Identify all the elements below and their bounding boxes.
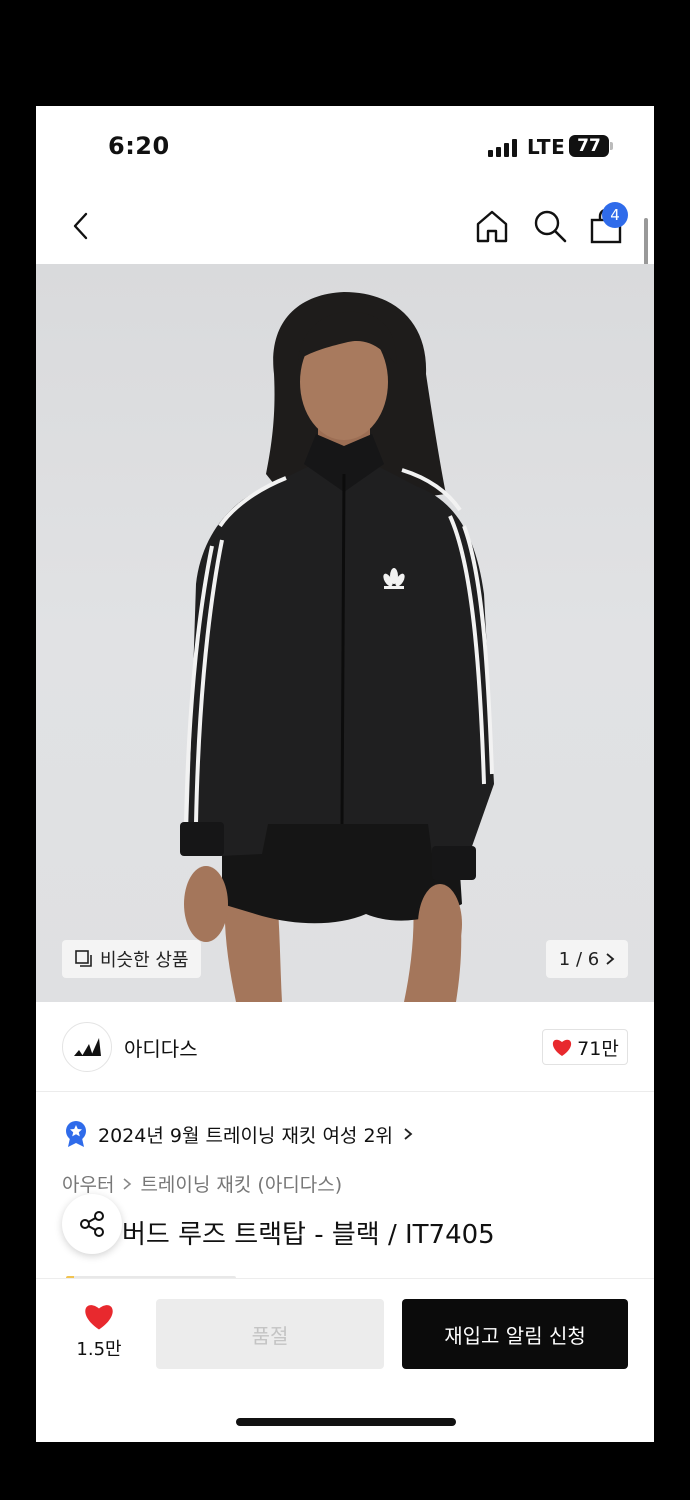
- brand-like-count: 71만: [577, 1037, 619, 1060]
- share-icon: [80, 1211, 104, 1237]
- chevron-right-icon: [404, 1128, 413, 1140]
- similar-products-icon: [75, 950, 92, 967]
- home-indicator[interactable]: [236, 1418, 456, 1426]
- breadcrumb-category[interactable]: 아우터: [62, 1170, 114, 1197]
- brand-name[interactable]: 아디다스: [124, 1033, 198, 1062]
- share-button[interactable]: [62, 1194, 122, 1254]
- soldout-button[interactable]: 품절: [156, 1299, 384, 1369]
- product-title-text: 버드 루즈 트랙탑 - 블랙 / IT7405: [122, 1220, 495, 1250]
- ranking-badge-icon: [66, 1121, 86, 1147]
- brand-like-button[interactable]: 71만: [542, 1029, 628, 1065]
- ranking-link[interactable]: 2024년 9월 트레이닝 재킷 여성 2위: [64, 1120, 413, 1148]
- image-pager-count: 1 / 6: [558, 948, 600, 970]
- network-label: LTE: [527, 135, 566, 159]
- top-nav: [36, 192, 654, 264]
- brand-row: 아디다스 71만: [36, 1002, 654, 1092]
- brand-logo[interactable]: [62, 1022, 112, 1072]
- adidas-logo-icon: [74, 1038, 101, 1056]
- product-image-carousel[interactable]: [36, 264, 654, 1002]
- home-icon[interactable]: [472, 204, 512, 248]
- signal-icon: [488, 139, 517, 157]
- breadcrumb: 아우터 트레이닝 재킷 (아디다스): [62, 1170, 342, 1197]
- ranking-text: 2024년 9월 트레이닝 재킷 여성 2위: [98, 1124, 394, 1147]
- cart-count-badge: 4: [602, 202, 628, 228]
- wishlist-button[interactable]: 1.5만: [66, 1301, 132, 1367]
- similar-products-label: 비슷한 상품: [100, 950, 189, 971]
- heart-icon: [85, 1305, 113, 1330]
- status-time: 6:20: [108, 132, 170, 160]
- search-icon[interactable]: [530, 204, 570, 248]
- similar-products-button[interactable]: 비슷한 상품: [62, 940, 201, 978]
- heart-icon: [553, 1039, 572, 1056]
- phone-screen: 6:20 LTE 77 4 비슷한 상품 1 / 6 아디다스 71만 2024…: [36, 106, 654, 1442]
- battery-icon: 77: [569, 135, 609, 157]
- product-photo: [180, 292, 494, 1002]
- back-arrow-icon[interactable]: [66, 206, 96, 246]
- restock-alert-button[interactable]: 재입고 알림 신청: [402, 1299, 628, 1369]
- chevron-right-icon: [606, 953, 615, 965]
- battery-tip: [610, 142, 613, 150]
- breadcrumb-subcategory[interactable]: 트레이닝 재킷 (아디다스): [140, 1170, 342, 1197]
- wishlist-count: 1.5만: [76, 1339, 122, 1360]
- product-title: 버드 루즈 트랙탑 - 블랙 / IT7405: [62, 1214, 622, 1251]
- chevron-right-icon: [123, 1177, 132, 1190]
- status-bar: 6:20 LTE 77: [36, 106, 654, 192]
- image-pager[interactable]: 1 / 6: [546, 940, 628, 978]
